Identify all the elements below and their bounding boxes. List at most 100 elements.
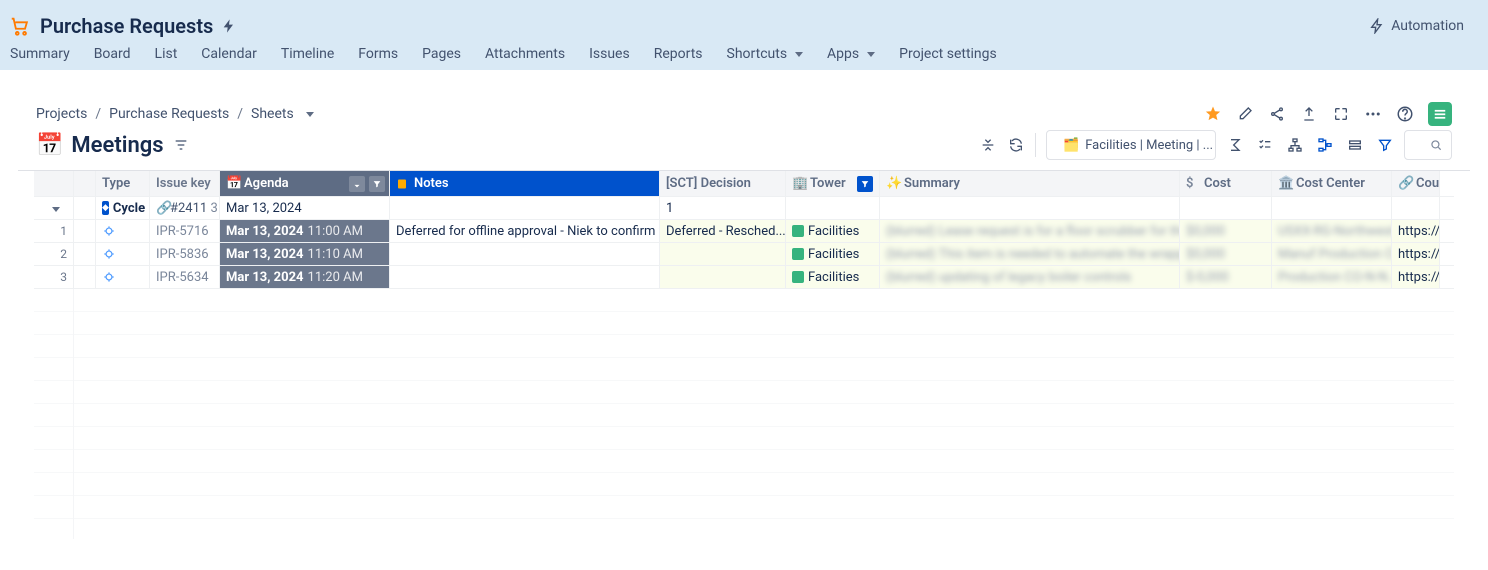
table-row[interactable]: 2 IPR-5836 Mar 13, 202411:10 AM Faciliti… [34,243,1454,266]
agenda-cell[interactable]: Mar 13, 202411:00 AM [220,220,390,242]
tab-calendar[interactable]: Calendar [201,46,257,62]
tab-list[interactable]: List [155,46,178,62]
collapse-rows-icon[interactable] [979,136,997,154]
tab-board[interactable]: Board [94,46,131,62]
tower-icon: 🏢 [792,177,806,191]
notes-cell[interactable]: Deferred for offline approval - Niek to … [390,220,660,242]
checklist-icon[interactable] [1256,136,1274,154]
project-title: Purchase Requests [40,14,213,38]
tab-reports[interactable]: Reports [654,46,703,62]
tab-project-settings[interactable]: Project settings [899,46,997,62]
agenda-cell[interactable]: Mar 13, 202411:20 AM [220,266,390,288]
decision-cell[interactable]: Deferred - Resched... [660,220,786,242]
tower-cell[interactable]: Facilities [786,266,880,288]
help-icon[interactable] [1396,105,1414,123]
row-number: 2 [34,243,74,265]
tab-timeline[interactable]: Timeline [281,46,334,62]
cost-center-cell[interactable]: Manuf Production Ctr [1272,243,1392,265]
table-row[interactable]: 1 IPR-5716 Mar 13, 202411:00 AM Deferred… [34,220,1454,243]
issue-key[interactable]: IPR-5716 [150,220,220,242]
project-nav: Summary Board List Calendar Timeline For… [8,46,1480,70]
calendar-emoji-icon: 📅 [36,133,63,158]
row-height-icon[interactable] [1346,136,1364,154]
tab-issues[interactable]: Issues [589,46,630,62]
tab-pages[interactable]: Pages [422,46,461,62]
col-header-summary[interactable]: ✨ Summary [880,171,1180,196]
breadcrumb-sheets[interactable]: Sheets [251,106,294,122]
export-icon[interactable] [1300,105,1318,123]
notes-cell[interactable] [390,243,660,265]
sheet-title: Meetings [71,133,163,158]
cost-center-cell[interactable]: USXX-RG-Northwest [1272,220,1392,242]
chevron-down-icon[interactable] [48,201,60,215]
cost-cell[interactable]: $-0,000 [1180,266,1272,288]
decision-cell[interactable] [660,243,786,265]
col-header-tower[interactable]: 🏢 Tower [786,171,880,196]
filter-active-icon[interactable] [857,176,873,192]
tab-forms[interactable]: Forms [358,46,398,62]
filter-lines-icon[interactable] [172,136,190,154]
refresh-icon[interactable] [1007,136,1025,154]
breadcrumb-project[interactable]: Purchase Requests [109,106,229,122]
app-header: Purchase Requests Automation Summary Boa… [0,0,1488,70]
group-label: Cycle [113,201,145,216]
breadcrumb-projects[interactable]: Projects [36,106,87,122]
view-label: Facilities | Meeting | ... [1085,138,1213,153]
share-icon[interactable] [1268,105,1286,123]
table-row[interactable]: 3 IPR-5634 Mar 13, 202411:20 AM Faciliti… [34,266,1454,289]
summary-cell[interactable]: (blurred) updating of legacy boiler cont… [880,266,1180,288]
tab-shortcuts[interactable]: Shortcuts [727,46,804,62]
expand-icon[interactable] [1332,105,1350,123]
coup-cell[interactable]: https://ri [1392,220,1440,242]
automation-button[interactable]: Automation [1369,18,1480,34]
issue-key[interactable]: IPR-5836 [150,243,220,265]
group-row[interactable]: ◆ Cycle 🔗 #2411 3 is Mar 13, 2024 1 [34,197,1454,220]
col-header-type[interactable]: Type [96,171,150,196]
dollar-icon: $ [1186,177,1200,191]
sort-arrow-icon[interactable] [349,176,365,192]
group-decision-count: 1 [660,197,786,219]
filter-blue-icon[interactable] [1376,136,1394,154]
col-header-coup[interactable]: 🔗 Coup [1392,171,1440,196]
breadcrumb: Projects / Purchase Requests / Sheets [36,106,314,122]
agenda-cell[interactable]: Mar 13, 202411:10 AM [220,243,390,265]
view-selector[interactable]: 🗂️ Facilities | Meeting | ... [1046,130,1216,160]
edit-icon[interactable] [1236,105,1254,123]
project-icon [8,14,32,38]
tree-blue-icon[interactable] [1316,136,1334,154]
col-header-agenda[interactable]: 📅 Agenda [220,171,390,196]
chevron-down-icon[interactable] [306,112,314,117]
app-badge-icon[interactable] [1428,102,1452,126]
chevron-down-icon [867,52,875,57]
cost-cell[interactable]: $0,000 [1180,243,1272,265]
more-icon[interactable] [1364,105,1382,123]
tower-cell[interactable]: Facilities [786,220,880,242]
tower-cell[interactable]: Facilities [786,243,880,265]
notes-cell[interactable] [390,266,660,288]
summary-cell[interactable]: (blurred) Lease request is for a floor s… [880,220,1180,242]
issue-type-icon [102,270,116,284]
col-header-decision[interactable]: [SCT] Decision [660,171,786,196]
cost-cell[interactable]: $0,000 [1180,220,1272,242]
col-header-issue-key[interactable]: Issue key [150,171,220,196]
col-header-notes[interactable]: Notes [390,171,660,196]
decision-cell[interactable] [660,266,786,288]
col-header-cost-center[interactable]: 🏛️ Cost Center [1272,171,1392,196]
col-header-cost[interactable]: $ Cost [1180,171,1272,196]
coup-cell[interactable]: https://ri [1392,266,1440,288]
coup-cell[interactable]: https://ri [1392,243,1440,265]
tab-apps[interactable]: Apps [827,46,875,62]
sigma-icon[interactable] [1226,136,1244,154]
tab-attachments[interactable]: Attachments [485,46,565,62]
star-icon[interactable] [1204,105,1222,123]
issue-key[interactable]: IPR-5634 [150,266,220,288]
search-input[interactable] [1404,130,1452,160]
cost-center-cell[interactable]: Production CO-N-N... [1272,266,1392,288]
summary-cell[interactable]: (blurred) This item is needed to automat… [880,243,1180,265]
empty-grid-area[interactable] [34,289,1454,539]
filter-mini-icon[interactable] [369,176,385,192]
cycle-icon: ◆ [102,201,109,215]
bolt-icon[interactable] [221,18,237,34]
tab-summary[interactable]: Summary [10,46,70,62]
hierarchy-icon[interactable] [1286,136,1304,154]
